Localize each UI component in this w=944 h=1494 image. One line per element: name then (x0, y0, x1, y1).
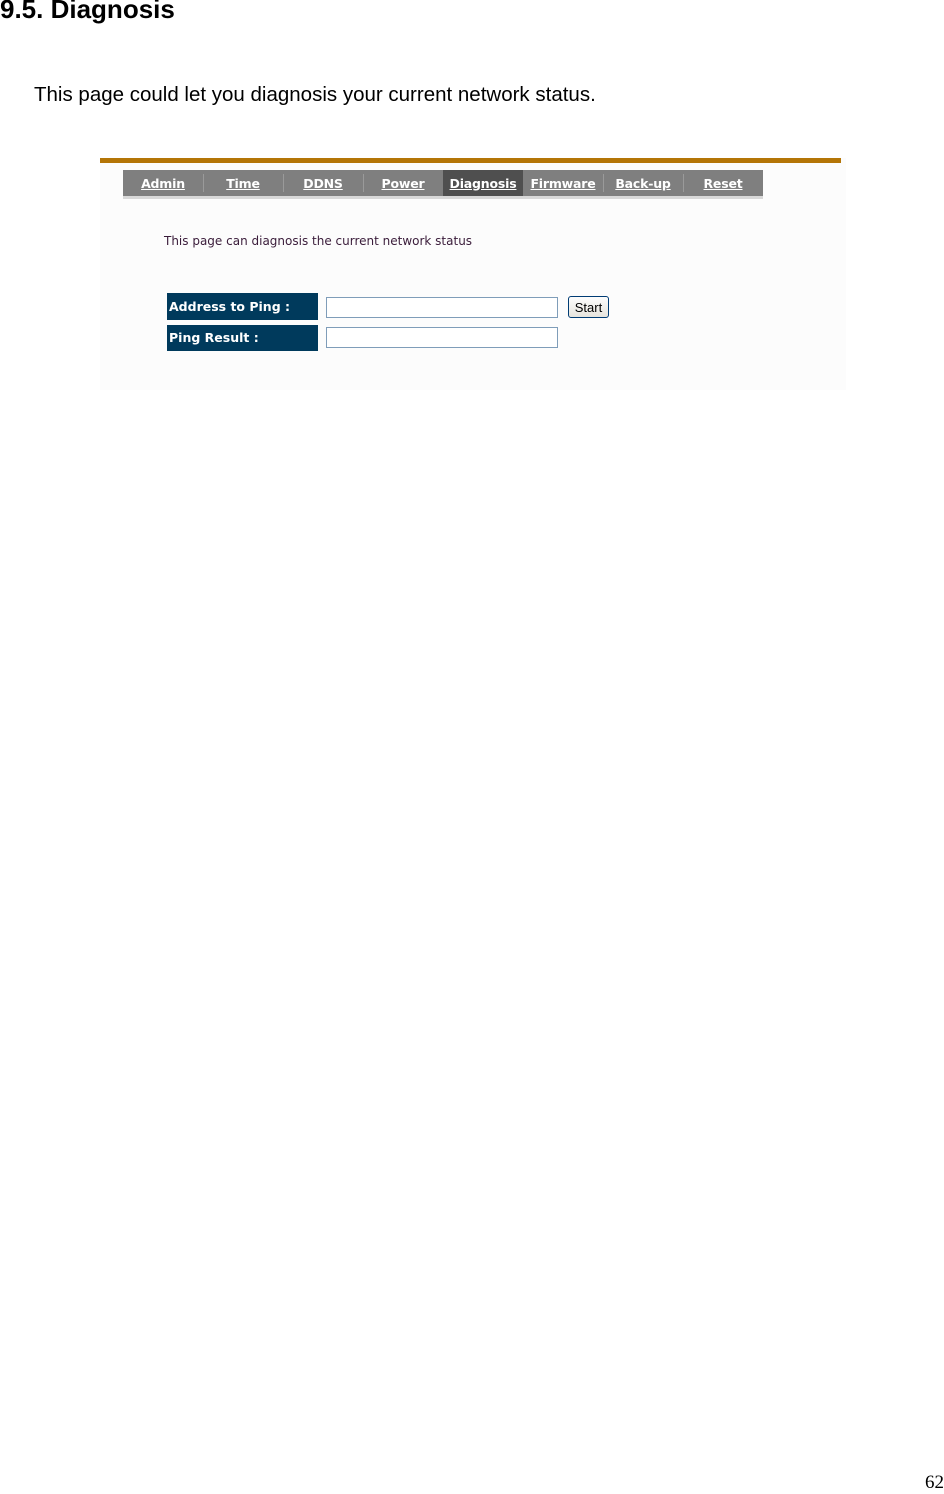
tab-back-up[interactable]: Back-up (603, 170, 683, 196)
tab-admin[interactable]: Admin (123, 170, 203, 196)
address-to-ping-label: Address to Ping : (167, 293, 318, 320)
ping-result-label: Ping Result : (167, 325, 318, 351)
section-heading: 9.5. Diagnosis (0, 0, 175, 24)
tab-ddns[interactable]: DDNS (283, 170, 363, 196)
accent-bar (100, 158, 841, 163)
tab-label: Admin (141, 175, 185, 191)
tab-reset[interactable]: Reset (683, 170, 763, 196)
intro-text: This page could let you diagnosis your c… (34, 83, 596, 106)
tools-nav-bar: Admin Time DDNS Power Diagnosis Firmware… (123, 170, 763, 196)
tab-firmware[interactable]: Firmware (523, 170, 603, 196)
tab-label: Diagnosis (449, 175, 517, 191)
tab-time[interactable]: Time (203, 170, 283, 196)
tab-label: Reset (703, 175, 743, 191)
tab-label: Firmware (530, 175, 596, 191)
tab-power[interactable]: Power (363, 170, 443, 196)
tab-diagnosis[interactable]: Diagnosis (443, 170, 523, 196)
tab-label: Time (226, 175, 260, 191)
page-number: 62 (925, 1472, 944, 1493)
ping-result-field[interactable] (326, 327, 558, 348)
router-ui-screenshot: Admin Time DDNS Power Diagnosis Firmware… (100, 158, 846, 390)
start-button[interactable]: Start (568, 296, 609, 318)
tab-label: Back-up (615, 175, 671, 191)
page-description: This page can diagnosis the current netw… (164, 234, 473, 248)
tab-label: DDNS (303, 175, 343, 191)
address-to-ping-input[interactable] (326, 297, 558, 318)
tab-label: Power (381, 175, 425, 191)
